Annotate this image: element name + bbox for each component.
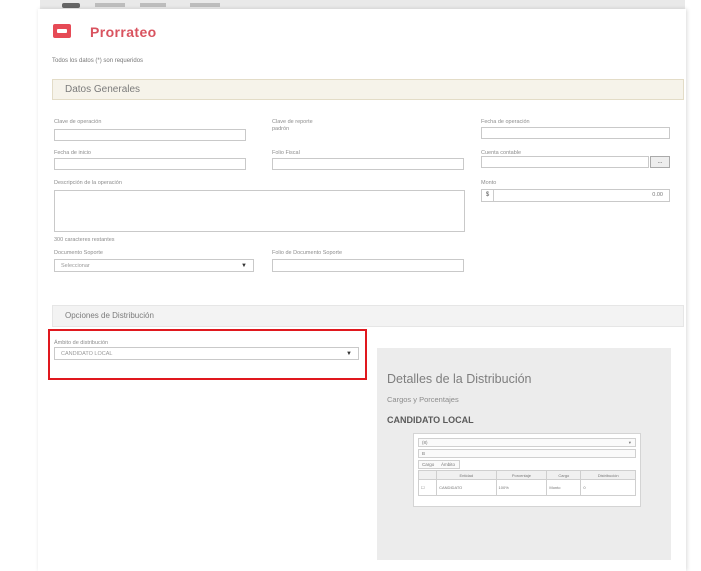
table-cell: CANDIDATO <box>436 479 497 496</box>
table-header: Entidad <box>436 470 497 480</box>
fecha-operacion-label: Fecha de operación <box>481 119 530 125</box>
mini-filter-select[interactable]: (8) ▾ <box>418 438 636 447</box>
mini-tab[interactable]: Ámbito <box>441 462 455 467</box>
mini-search-input[interactable]: B <box>418 449 636 458</box>
currency-icon: $ <box>482 190 494 201</box>
table-header <box>417 470 438 480</box>
clave-reporte-value: padrón <box>272 126 290 132</box>
folio-fiscal-label: Folio Fiscal <box>272 150 300 156</box>
clave-operacion-input[interactable] <box>54 129 246 141</box>
monto-spinner[interactable]: $ 0.00 <box>481 189 670 202</box>
detalles-subtitle: Cargos y Porcentajes <box>387 395 459 404</box>
logo-blob <box>62 3 80 8</box>
documento-soporte-selected: Seleccionar <box>61 263 90 269</box>
folio-documento-label: Folio de Documento Soporte <box>272 250 343 256</box>
table-header-row: Entidad Porcentaje Cargo Distribución <box>417 470 636 480</box>
section-title: Opciones de Distribución <box>65 311 154 320</box>
monto-value: 0.00 <box>652 192 663 198</box>
top-menu-placeholder <box>95 3 125 7</box>
dropdown-arrow-icon: ▼ <box>241 263 247 269</box>
clave-reporte-label: Clave de reporte <box>272 119 313 125</box>
top-menu-placeholder <box>190 3 220 7</box>
table-cell: Monto <box>546 479 582 496</box>
folio-fiscal-input[interactable] <box>272 158 464 170</box>
table-row[interactable]: ☐ CANDIDATO 100% Monto 0 <box>417 479 636 496</box>
fecha-inicio-label: Fecha de inicio <box>54 150 91 156</box>
table-cell-input[interactable]: 0 <box>580 479 636 496</box>
documento-soporte-select[interactable]: Seleccionar ▼ <box>54 259 254 272</box>
cuenta-contable-search-button[interactable]: ... <box>650 156 670 168</box>
folio-documento-input[interactable] <box>272 259 464 272</box>
characters-remaining-note: 300 caracteres restantes <box>54 237 115 243</box>
mini-tabs[interactable]: Cargo Ámbito <box>418 460 460 469</box>
mini-search-value: B <box>422 451 426 456</box>
cuenta-contable-input[interactable] <box>481 156 649 168</box>
table-header: Cargo <box>546 470 582 480</box>
mini-tab[interactable]: Cargo <box>422 462 434 467</box>
table-cell: 100% <box>495 479 548 496</box>
mini-grid: (8) ▾ B Cargo Ámbito Entidad Porcentaje … <box>413 433 641 507</box>
dropdown-arrow-icon: ▾ <box>628 440 631 445</box>
documento-soporte-label: Documento Soporte <box>54 250 103 256</box>
fecha-inicio-input[interactable] <box>54 158 246 170</box>
candidate-heading: CANDIDATO LOCAL <box>387 415 474 425</box>
descripcion-label: Descripción de la operación <box>54 180 122 186</box>
required-note: Todos los datos (*) son requeridos <box>52 58 144 64</box>
monto-label: Monto <box>481 180 497 186</box>
prorrateo-icon <box>53 24 71 38</box>
table-header: Distribución <box>580 470 636 480</box>
mini-filter-value: (8) <box>422 440 428 445</box>
section-title: Datos Generales <box>65 84 141 95</box>
table-header: Porcentaje <box>495 470 548 480</box>
detalles-title: Detalles de la Distribución <box>387 372 532 386</box>
top-menu-placeholder <box>140 3 166 7</box>
fecha-operacion-input[interactable] <box>481 127 670 139</box>
detalles-distribucion-panel: Detalles de la Distribución Cargos y Por… <box>377 348 671 560</box>
distribution-table: Entidad Porcentaje Cargo Distribución ☐ … <box>417 470 636 496</box>
browser-top-strip <box>40 0 685 9</box>
descripcion-textarea[interactable] <box>54 190 465 232</box>
opciones-distribucion-header: Opciones de Distribución <box>52 305 684 327</box>
page-title: Prorrateo <box>90 24 157 40</box>
datos-generales-header: Datos Generales <box>52 79 684 100</box>
highlight-box <box>48 329 367 380</box>
row-checkbox[interactable]: ☐ <box>417 479 438 496</box>
clave-operacion-label: Clave de operación <box>54 119 102 125</box>
